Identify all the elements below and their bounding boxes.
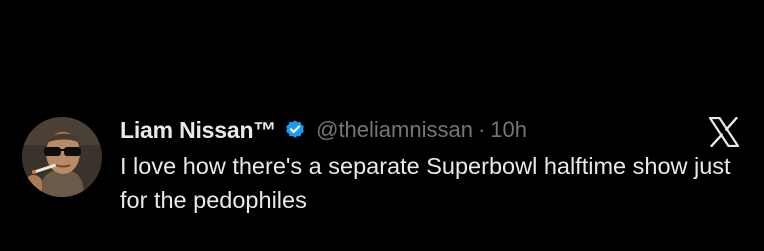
separator-dot: · [477, 117, 486, 142]
tweet-header: Liam Nissan™ @theliamnissan · 10h [120, 112, 527, 148]
x-logo-icon [708, 117, 740, 147]
tweet-card[interactable]: Liam Nissan™ @theliamnissan · 10h I love… [0, 0, 764, 251]
avatar[interactable] [22, 117, 102, 197]
profile-photo-icon [22, 117, 102, 197]
display-name[interactable]: Liam Nissan™ [120, 117, 276, 144]
timestamp[interactable]: 10h [490, 117, 527, 143]
verified-badge-icon [284, 119, 306, 141]
tweet-text: I love how there's a separate Superbowl … [120, 153, 731, 213]
author-handle[interactable]: @theliamnissan [316, 117, 473, 143]
